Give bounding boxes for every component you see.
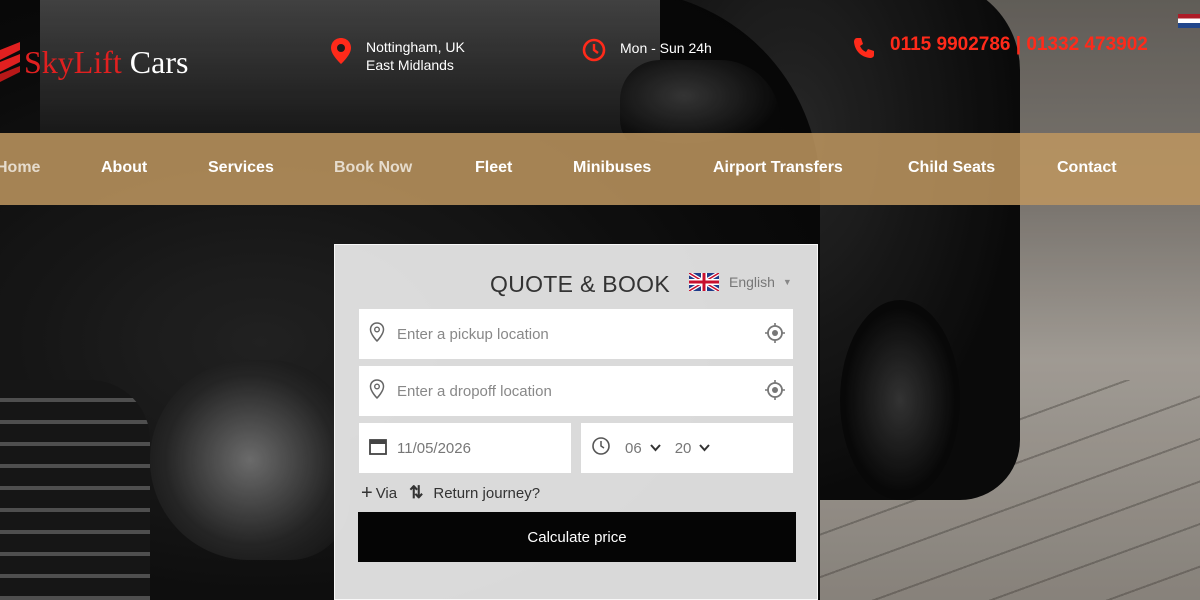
language-selector[interactable]: English ▼ (687, 271, 792, 293)
nav-child-seats[interactable]: Child Seats (908, 159, 995, 177)
hour-select[interactable]: 06 (625, 440, 642, 457)
site-header: SkyLift Cars Nottingham, UK East Midlands… (0, 0, 1200, 132)
clock-outline-icon (591, 436, 611, 460)
location-line2: East Midlands (366, 57, 454, 73)
pickup-field[interactable] (359, 309, 793, 359)
quote-book-panel: QUOTE & BOOK English ▼ Enter a pickup lo… (334, 244, 818, 600)
hours-text: Mon - Sun 24h (620, 40, 712, 56)
nav-home[interactable]: Home (0, 159, 40, 177)
location-text: Nottingham, UK East Midlands (366, 38, 465, 74)
map-pin-outline-icon (369, 379, 385, 403)
clock-icon (582, 38, 606, 66)
nav-services[interactable]: Services (208, 159, 274, 177)
pickup-input[interactable] (395, 324, 739, 344)
calculate-price-button[interactable]: Calculate price (358, 512, 796, 562)
panel-title: QUOTE & BOOK (490, 271, 670, 297)
locate-me-icon[interactable] (765, 380, 785, 404)
dropoff-field[interactable] (359, 366, 793, 416)
header-phone[interactable]: 0115 9902786 | 01332 473902 (852, 35, 1148, 64)
calendar-icon (369, 437, 387, 459)
via-link[interactable]: Via (376, 485, 397, 502)
nav-contact[interactable]: Contact (1057, 159, 1117, 177)
logo-wing-icon (0, 42, 22, 82)
site-logo[interactable]: SkyLift Cars (0, 42, 188, 82)
dutch-flag-icon[interactable] (1178, 14, 1200, 28)
time-field[interactable]: 06 20 (581, 423, 793, 473)
map-pin-outline-icon (369, 322, 385, 346)
dropdown-caret-icon: ▼ (782, 277, 792, 287)
nav-airport-transfers[interactable]: Airport Transfers (713, 159, 843, 177)
logo-text-white: Cars (121, 43, 189, 80)
language-label: English (729, 274, 775, 290)
nav-book-now[interactable]: Book Now (334, 159, 412, 177)
nav-about[interactable]: About (101, 159, 147, 177)
logo-text-red: SkyLift (24, 43, 122, 80)
journey-options: + Via ⇅ Return journey? (361, 483, 540, 503)
logo-text: SkyLift Cars (24, 44, 188, 81)
nav-fleet[interactable]: Fleet (475, 159, 512, 177)
nav-minibuses[interactable]: Minibuses (573, 159, 651, 177)
main-navigation: Home About Services Book Now Fleet Minib… (0, 133, 1200, 205)
phone-icon (852, 36, 876, 64)
map-pin-icon (330, 38, 352, 68)
return-journey-link[interactable]: Return journey? (433, 485, 540, 502)
plus-icon[interactable]: + (361, 483, 373, 503)
swap-arrows-icon[interactable]: ⇅ (409, 483, 423, 503)
phone-numbers[interactable]: 0115 9902786 | 01332 473902 (890, 35, 1148, 54)
uk-flag-icon (687, 271, 721, 293)
locate-me-icon[interactable] (765, 323, 785, 347)
date-field[interactable]: 11/05/2026 (359, 423, 571, 473)
header-location: Nottingham, UK East Midlands (330, 38, 465, 74)
chevron-down-icon[interactable] (649, 441, 661, 455)
date-value[interactable]: 11/05/2026 (397, 440, 471, 457)
header-hours: Mon - Sun 24h (582, 38, 712, 66)
minute-select[interactable]: 20 (675, 440, 692, 457)
dropoff-input[interactable] (395, 381, 739, 401)
location-line1: Nottingham, UK (366, 39, 465, 55)
chevron-down-icon[interactable] (699, 441, 711, 455)
